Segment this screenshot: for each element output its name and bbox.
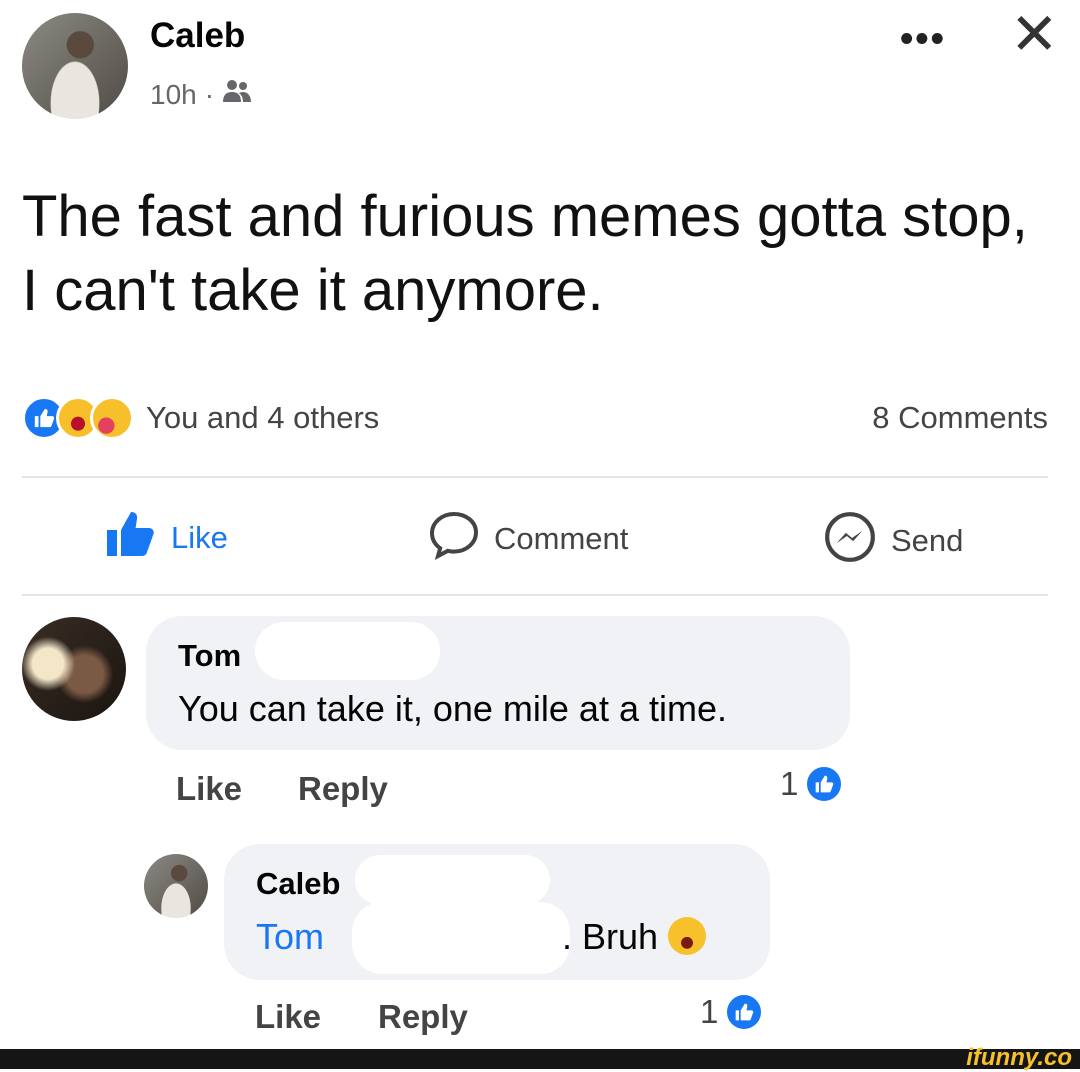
like-label: Like — [171, 520, 228, 555]
watermark-bar — [0, 1049, 1080, 1069]
meta-separator: · — [204, 78, 215, 110]
redaction-mark — [352, 902, 570, 974]
comments-count-link[interactable]: 8 Comments — [872, 400, 1048, 436]
like-badge-icon — [804, 764, 845, 804]
post-meta: 10h · — [150, 78, 252, 111]
reply-mention-link[interactable]: Tom — [256, 916, 324, 957]
comment-bubble-icon — [428, 510, 480, 568]
send-label: Send — [891, 523, 964, 558]
redaction-mark — [255, 622, 440, 680]
laughing-emoji-icon — [668, 917, 707, 955]
comment-button[interactable]: Comment — [428, 510, 628, 568]
ifunny-watermark: ifunny.co — [966, 1044, 1072, 1071]
thumbs-up-icon — [105, 510, 157, 566]
redaction-mark — [355, 855, 550, 905]
post-text: The fast and furious memes gotta stop, I… — [22, 184, 1028, 323]
reply-text-after: . Bruh — [562, 916, 659, 957]
comment-like-button[interactable]: Like — [176, 770, 242, 808]
reply-text-line: Tom — [256, 916, 324, 958]
comment-author-name[interactable]: Tom — [178, 638, 241, 674]
care-reaction-icon — [90, 396, 134, 440]
more-options-button[interactable]: ••• — [900, 18, 946, 61]
like-button[interactable]: Like — [105, 510, 228, 566]
reactions-summary[interactable]: You and 4 others — [22, 396, 379, 440]
comment-like-count[interactable]: 1 — [780, 764, 845, 804]
reply-text: . Bruh — [562, 916, 707, 958]
divider — [22, 594, 1048, 596]
like-count-value: 1 — [700, 993, 719, 1030]
like-count-value: 1 — [780, 765, 799, 802]
friends-icon — [222, 78, 252, 111]
send-button[interactable]: Send — [823, 510, 963, 572]
reply-like-count[interactable]: 1 — [700, 992, 765, 1032]
comment-reply-button[interactable]: Reply — [298, 770, 388, 808]
divider — [22, 476, 1048, 478]
reply-author-name[interactable]: Caleb — [256, 866, 340, 902]
post-author-name[interactable]: Caleb — [150, 16, 245, 56]
comment-label: Comment — [494, 521, 629, 556]
commenter-avatar[interactable] — [22, 617, 126, 721]
reply-author-avatar[interactable] — [144, 854, 208, 918]
author-avatar[interactable] — [22, 13, 128, 119]
messenger-icon — [823, 510, 877, 572]
reactions-text: You and 4 others — [146, 400, 380, 435]
reply-reply-button[interactable]: Reply — [378, 998, 468, 1036]
close-button[interactable]: ✕ — [1010, 6, 1059, 64]
like-badge-icon — [724, 992, 765, 1032]
post-time[interactable]: 10h — [150, 79, 197, 111]
reply-like-button[interactable]: Like — [255, 998, 321, 1036]
comment-text: You can take it, one mile at a time. — [178, 688, 727, 729]
